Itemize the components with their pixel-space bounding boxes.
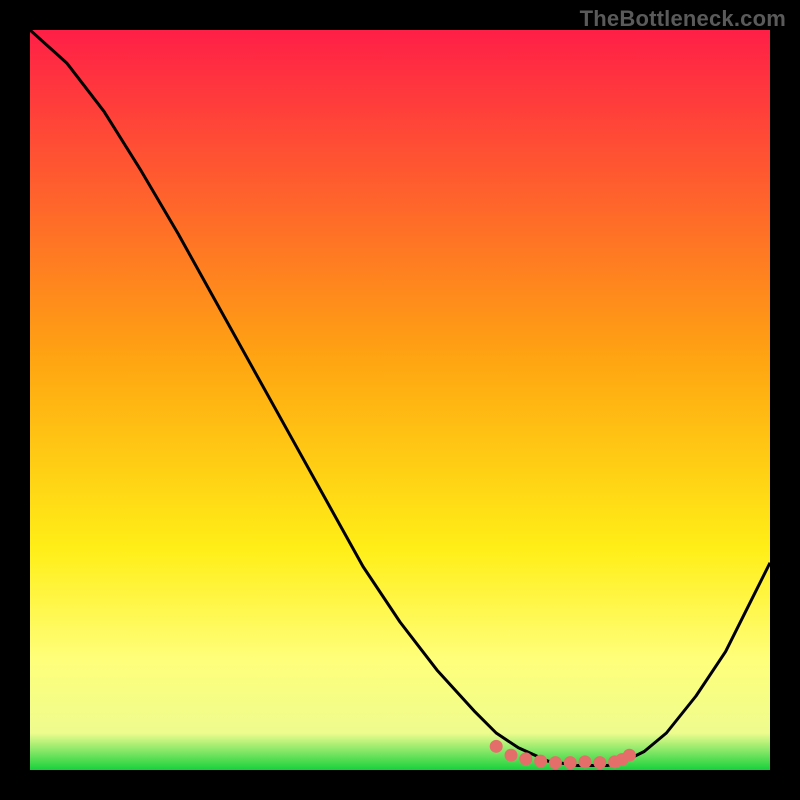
data-marker [505,749,518,762]
chart-svg [30,30,770,770]
data-marker [490,740,503,753]
data-marker [549,756,562,769]
chart-background [30,30,770,770]
data-marker [623,749,636,762]
data-marker [534,755,547,768]
data-marker [579,755,592,768]
data-marker [519,752,532,765]
data-marker [593,756,606,769]
chart-plot [30,30,770,770]
data-marker [564,756,577,769]
chart-frame: TheBottleneck.com [0,0,800,800]
watermark-text: TheBottleneck.com [580,6,786,32]
